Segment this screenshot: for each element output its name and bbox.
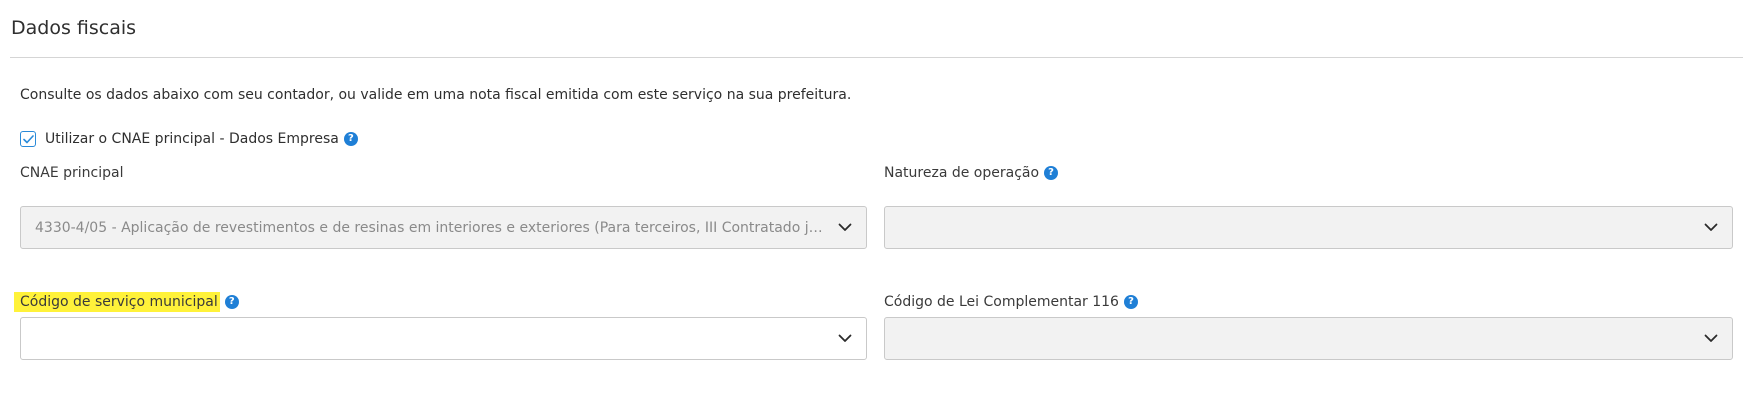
cnae-select[interactable]: 4330-4/05 - Aplicação de revestimentos e… [20,206,867,249]
chevron-down-icon [1704,334,1718,344]
codigo-servico-label: Código de serviço municipal ? [14,292,239,312]
check-icon [22,134,34,143]
codigo-servico-select[interactable] [20,317,867,360]
natureza-label-text: Natureza de operação [884,165,1040,181]
cnae-label: CNAE principal [20,163,123,183]
section-divider [10,57,1743,58]
codigo-servico-label-text: Código de serviço municipal [14,292,220,312]
lei-complementar-label: Código de Lei Complementar 116 ? [884,292,1138,312]
use-main-cnae-checkbox[interactable] [20,131,36,147]
question-circle-icon[interactable]: ? [224,295,239,309]
chevron-down-icon [838,223,852,233]
chevron-down-icon [838,334,852,344]
question-circle-icon[interactable]: ? [1044,166,1059,180]
use-main-cnae-label: Utilizar o CNAE principal - Dados Empres… [45,131,339,147]
natureza-label: Natureza de operação ? [884,163,1059,183]
lei-complementar-label-text: Código de Lei Complementar 116 [884,294,1119,310]
use-main-cnae-option[interactable]: Utilizar o CNAE principal - Dados Empres… [20,129,358,149]
cnae-select-value: 4330-4/05 - Aplicação de revestimentos e… [35,219,826,236]
question-circle-icon[interactable]: ? [343,132,358,146]
question-circle-icon[interactable]: ? [1123,295,1138,309]
chevron-down-icon [1704,223,1718,233]
section-description: Consulte os dados abaixo com seu contado… [20,87,852,103]
lei-complementar-select[interactable] [884,317,1733,360]
section-title: Dados fiscais [11,17,137,39]
natureza-select[interactable] [884,206,1733,249]
cnae-label-text: CNAE principal [20,165,124,181]
